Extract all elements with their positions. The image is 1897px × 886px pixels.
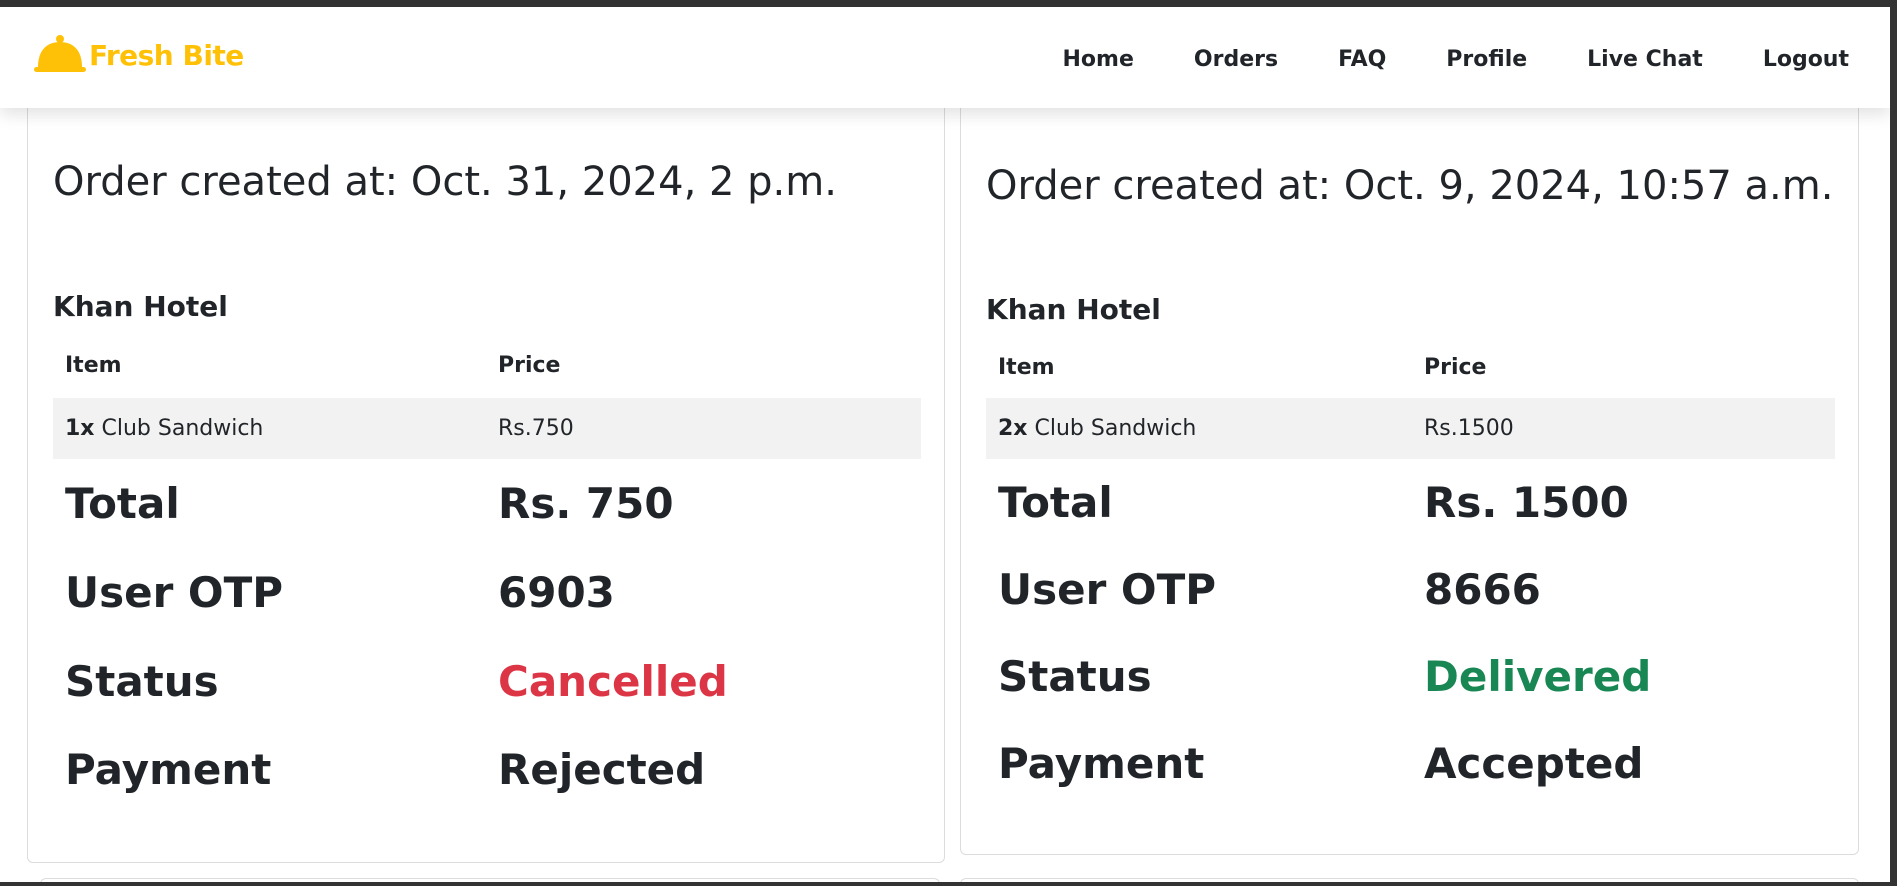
brand-name: Fresh Bite xyxy=(89,38,244,72)
status-label: Status xyxy=(998,652,1152,701)
status-badge: Cancelled xyxy=(498,657,728,706)
table-row: 2x Club Sandwich Rs.1500 xyxy=(986,398,1835,459)
column-header-price: Price xyxy=(1424,355,1487,380)
total-value: Rs. 750 xyxy=(498,479,674,528)
item-cell: 2x Club Sandwich xyxy=(998,416,1196,441)
column-header-price: Price xyxy=(498,353,561,378)
nav-live-chat[interactable]: Live Chat xyxy=(1587,47,1703,72)
item-price: Rs.750 xyxy=(498,416,574,441)
hotel-name: Khan Hotel xyxy=(53,290,228,323)
otp-value: 6903 xyxy=(498,568,615,617)
payment-value: Accepted xyxy=(1424,739,1644,788)
hotel-name: Khan Hotel xyxy=(986,293,1161,326)
next-order-card xyxy=(40,878,940,882)
nav-profile[interactable]: Profile xyxy=(1446,47,1527,72)
status-badge: Delivered xyxy=(1424,652,1652,701)
nav-home[interactable]: Home xyxy=(1063,47,1134,72)
navbar: Fresh Bite Home Orders FAQ Profile Live … xyxy=(0,7,1890,108)
cloche-icon xyxy=(34,35,86,72)
item-name: Club Sandwich xyxy=(1034,416,1197,441)
otp-label: User OTP xyxy=(998,565,1217,614)
total-label: Total xyxy=(65,479,180,528)
order-created-at: Order created at: Oct. 9, 2024, 10:57 a.… xyxy=(986,163,1834,209)
otp-value: 8666 xyxy=(1424,565,1541,614)
payment-label: Payment xyxy=(65,745,272,794)
nav-logout[interactable]: Logout xyxy=(1763,47,1849,72)
payment-value: Rejected xyxy=(498,745,706,794)
window-frame-right xyxy=(1890,0,1897,886)
payment-label: Payment xyxy=(998,739,1205,788)
column-header-item: Item xyxy=(998,355,1055,380)
window-frame-bottom xyxy=(0,882,1897,886)
total-label: Total xyxy=(998,478,1113,527)
column-header-item: Item xyxy=(65,353,122,378)
next-order-card xyxy=(960,878,1859,882)
otp-label: User OTP xyxy=(65,568,284,617)
item-quantity: 1x xyxy=(65,416,95,441)
nav-links: Home Orders FAQ Profile Live Chat Logout xyxy=(1003,47,1849,72)
nav-faq[interactable]: FAQ xyxy=(1338,47,1386,72)
brand-link[interactable]: Fresh Bite xyxy=(33,33,244,77)
item-quantity: 2x xyxy=(998,416,1028,441)
item-price: Rs.1500 xyxy=(1424,416,1514,441)
page-content: Order created at: Oct. 31, 2024, 2 p.m. … xyxy=(0,0,1890,882)
nav-orders[interactable]: Orders xyxy=(1194,47,1278,72)
total-value: Rs. 1500 xyxy=(1424,478,1629,527)
order-card: Order created at: Oct. 9, 2024, 10:57 a.… xyxy=(960,60,1859,855)
item-name: Club Sandwich xyxy=(101,416,264,441)
status-label: Status xyxy=(65,657,219,706)
order-card: Order created at: Oct. 31, 2024, 2 p.m. … xyxy=(27,60,945,863)
item-cell: 1x Club Sandwich xyxy=(65,416,263,441)
order-created-at: Order created at: Oct. 31, 2024, 2 p.m. xyxy=(53,159,837,205)
table-row: 1x Club Sandwich Rs.750 xyxy=(53,398,921,459)
